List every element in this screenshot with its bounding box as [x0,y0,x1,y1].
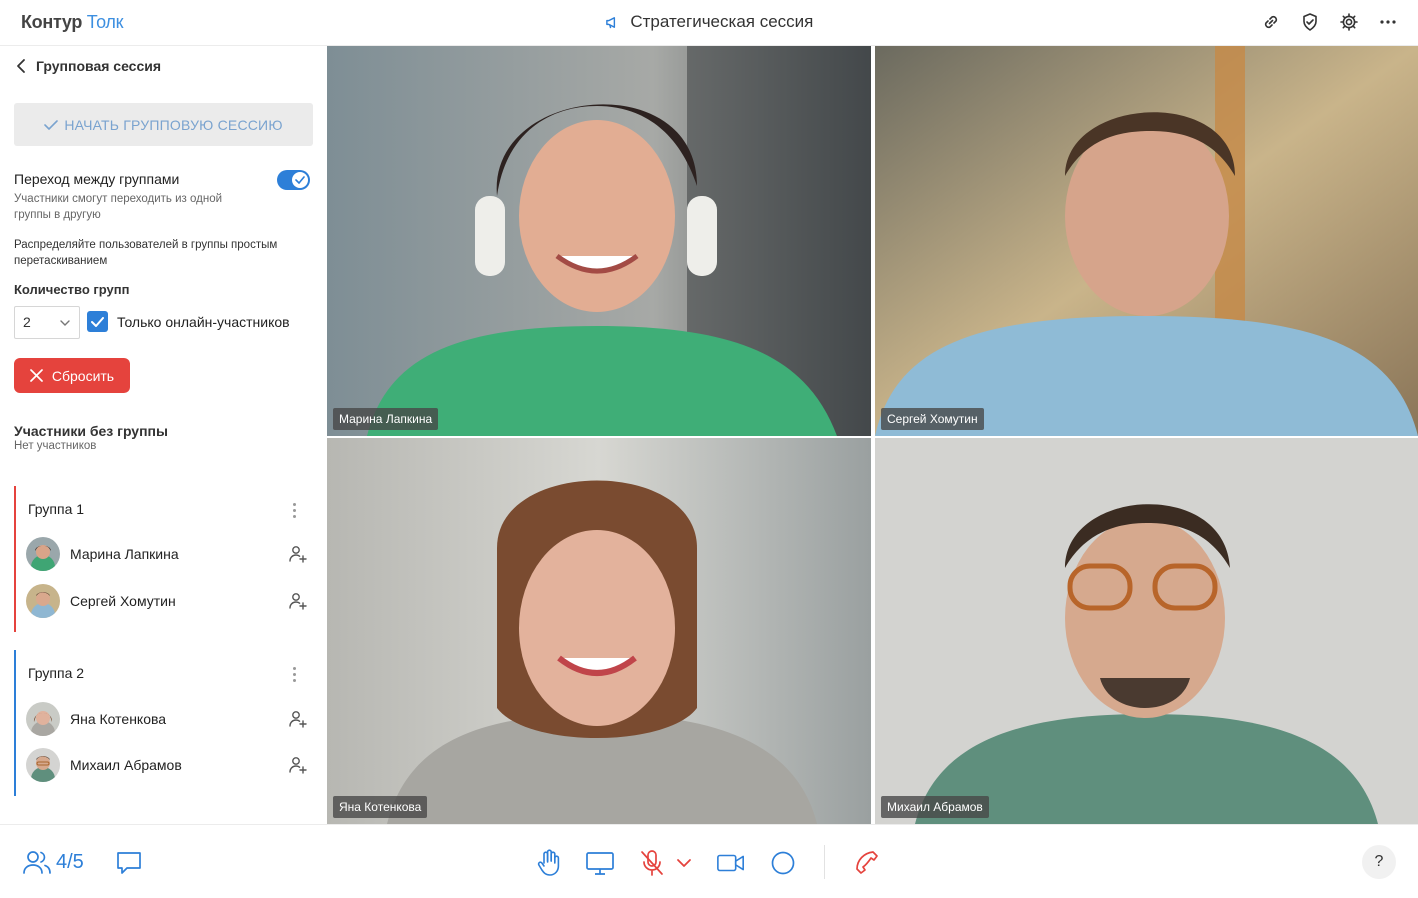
video-feed [327,438,871,824]
divider [824,845,825,879]
group-color-bar [14,486,16,632]
video-feed [875,438,1418,824]
video-feed [327,46,871,436]
meeting-title-text: Стратегическая сессия [630,12,814,31]
more-vertical-icon[interactable] [286,500,302,520]
add-to-group-icon[interactable] [288,755,308,775]
drag-hint: Распределяйте пользователей в группы про… [14,239,278,267]
group-member[interactable]: Яна Котенкова [26,701,308,737]
participants-icon [23,851,51,874]
add-to-group-icon[interactable] [288,709,308,729]
participant-name-label: Яна Котенкова [333,796,428,818]
screen-share-icon[interactable] [585,849,615,877]
member-name: Марина Лапкина [70,546,179,562]
check-icon [295,176,305,184]
chevron-down-icon[interactable] [671,849,697,877]
avatar [26,748,60,782]
megaphone-icon [605,15,620,35]
record-icon[interactable] [768,849,798,877]
toggle-knob [292,172,308,188]
switch-title: Переход между группами [14,171,180,187]
switch-description: Участники смогут переходить из одной гру… [14,193,223,221]
video-feed [875,46,1418,436]
participant-name-label: Марина Лапкина [333,408,439,430]
checkbox-box [87,311,108,332]
microphone-muted-icon[interactable] [637,849,667,877]
avatar [26,584,60,618]
group-color-bar [14,650,16,796]
group-member[interactable]: Сергей Хомутин [26,583,308,619]
online-only-label: Только онлайн-участников [117,313,290,330]
group-switch-toggle[interactable] [277,170,310,190]
top-bar: Контур Толк Стратегическая сессия [0,0,1418,46]
call-controls-bar: 4/5 ? [0,824,1418,898]
member-name: Яна Котенкова [70,711,167,727]
chevron-down-icon [60,320,70,326]
gear-icon[interactable] [1337,10,1361,34]
avatar [26,702,60,736]
ungrouped-title: Участники без группы [14,423,168,439]
group-count-value: 2 [23,314,31,330]
add-to-group-icon[interactable] [288,544,308,564]
breakout-sidebar: Групповая сессия НАЧАТЬ ГРУППОВУЮ СЕССИЮ… [0,46,326,824]
online-only-checkbox[interactable]: Только онлайн-участников [87,311,290,332]
link-icon[interactable] [1259,10,1283,34]
group-title: Группа 1 [28,501,85,517]
back-label: Групповая сессия [36,58,162,74]
chevron-left-icon [17,59,25,73]
help-button[interactable]: ? [1362,845,1396,879]
group-title: Группа 2 [28,665,85,681]
shield-check-icon[interactable] [1298,10,1322,34]
check-icon [91,316,104,327]
group-card-2: Группа 2 Яна Котенкова Михаил Абрамов [14,650,314,796]
group-card-1: Группа 1 Марина Лапкина Сергей Хомутин [14,486,314,632]
video-tile[interactable]: Марина Лапкина [327,46,871,436]
avatar [26,537,60,571]
member-name: Сергей Хомутин [70,593,176,609]
more-vertical-icon[interactable] [286,664,302,684]
raise-hand-icon[interactable] [534,849,564,877]
reset-button[interactable]: Сбросить [14,358,130,393]
start-button-label: НАЧАТЬ ГРУППОВУЮ СЕССИЮ [64,116,283,133]
chat-icon[interactable] [114,849,144,877]
participant-name-label: Сергей Хомутин [881,408,984,430]
more-horizontal-icon[interactable] [1376,10,1400,34]
video-tile[interactable]: Яна Котенкова [327,438,871,824]
start-group-session-button[interactable]: НАЧАТЬ ГРУППОВУЮ СЕССИЮ [14,103,313,146]
group-count-label: Количество групп [14,282,130,297]
participants-button[interactable]: 4/5 [22,849,84,875]
meeting-title: Стратегическая сессия [0,12,1418,35]
camera-icon[interactable] [716,849,746,877]
video-tile[interactable]: Сергей Хомутин [875,46,1418,436]
check-icon [44,119,59,130]
participant-name-label: Михаил Абрамов [881,796,989,818]
video-tile[interactable]: Михаил Абрамов [875,438,1418,824]
participants-count: 4/5 [56,850,84,873]
help-label: ? [1374,853,1384,870]
ungrouped-empty-text: Нет участников [14,440,97,452]
group-count-select[interactable]: 2 [14,306,80,339]
close-icon [30,369,43,382]
reset-label: Сбросить [51,367,115,384]
group-member[interactable]: Михаил Абрамов [26,747,308,783]
group-member[interactable]: Марина Лапкина [26,536,308,572]
back-button[interactable]: Групповая сессия [16,58,161,74]
member-name: Михаил Абрамов [70,757,182,773]
add-to-group-icon[interactable] [288,591,308,611]
hang-up-icon[interactable] [852,849,882,877]
